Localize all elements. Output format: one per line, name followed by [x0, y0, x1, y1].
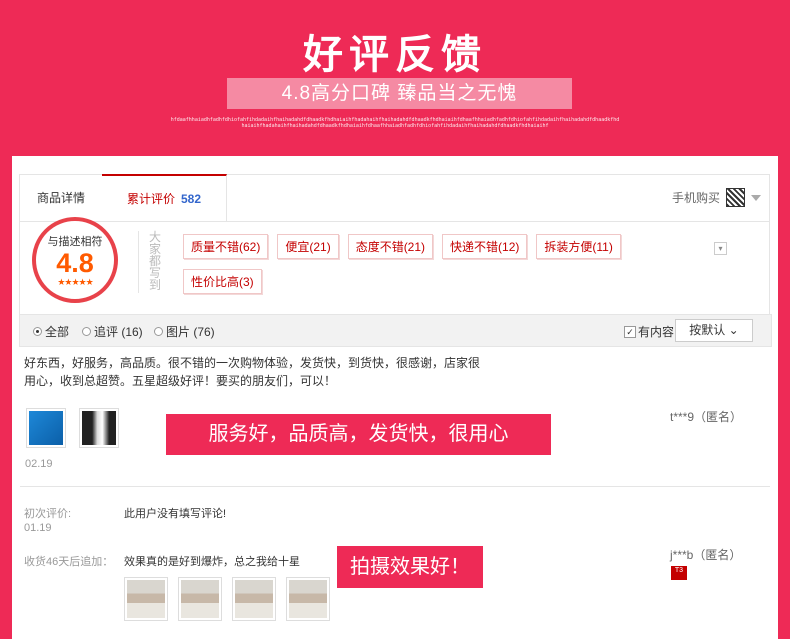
review-tag[interactable]: 拆装方便(11)	[536, 234, 621, 259]
chevron-down-icon	[751, 194, 761, 201]
radio-icon	[33, 327, 42, 336]
divider	[138, 231, 139, 293]
tab-reviews-label: 累计评价	[126, 192, 175, 206]
mobile-buy-label: 手机购买	[671, 191, 720, 205]
hero-title: 好评反馈	[303, 33, 487, 77]
review-photo[interactable]	[232, 577, 276, 621]
filter-images[interactable]: 图片 (76)	[154, 323, 215, 340]
review-tag[interactable]: 态度不错(21)	[347, 234, 434, 259]
review-tag[interactable]: 质量不错(62)	[183, 234, 269, 259]
reviewer-name: j***b（匿名）	[670, 548, 742, 562]
followup-text: 效果真的是好到爆炸，总之我给十星	[124, 556, 300, 568]
has-content-label: 有内容	[638, 325, 675, 339]
review-panel: 商品详情 累计评价 582 手机购买 与描述相符 4.8 ★★★★★ 大家都写到 …	[12, 156, 778, 639]
followup-label: 收货46天后追加：	[24, 556, 114, 568]
review-date: 01.19	[24, 522, 52, 534]
highlight-banner: 拍摄效果好！	[337, 546, 483, 588]
review-image[interactable]	[26, 408, 66, 448]
tab-bar: 商品详情 累计评价 582 手机购买	[20, 174, 769, 222]
review-filter-bar: 全部 追评 (16) 图片 (76) ✓ 有内容 按默认 ⌄	[19, 314, 772, 347]
expand-tags-icon[interactable]: ▾	[714, 242, 727, 255]
filter-all-label: 全部	[45, 325, 70, 339]
reviewer-name: t***9（匿名）	[670, 410, 743, 424]
sort-dropdown[interactable]: 按默认 ⌄	[675, 319, 753, 342]
filter-followup[interactable]: 追评 (16)	[82, 323, 143, 340]
qr-code-icon	[726, 188, 745, 207]
hero-subtitle: 4.8高分口碑 臻品当之无愧	[227, 78, 572, 109]
review-date: 02.19	[25, 458, 53, 470]
radio-icon	[154, 327, 163, 336]
tab-product-detail[interactable]: 商品详情	[20, 175, 103, 221]
review-tag[interactable]: 快递不错(12)	[442, 234, 528, 259]
initial-review-label: 初次评价:	[24, 508, 72, 520]
filter-all[interactable]: 全部	[33, 323, 69, 340]
tab-reviews[interactable]: 累计评价 582	[102, 174, 227, 221]
radio-icon	[82, 327, 91, 336]
has-content-checkbox[interactable]: ✓ 有内容	[624, 323, 674, 340]
divider	[20, 486, 770, 487]
filter-followup-label: 追评 (16)	[94, 325, 143, 339]
review-photo[interactable]	[178, 577, 222, 621]
review-text: 好东西，好服务，高品质。很不错的一次购物体验，发货快，到货快，很感谢，店家很用心…	[24, 356, 481, 388]
rating-value: 4.8	[56, 248, 94, 278]
highlight-banner: 服务好，品质高，发货快，很用心	[166, 414, 551, 455]
review-count: 582	[180, 192, 202, 206]
tags-heading: 大家都写到	[148, 230, 161, 292]
rating-stars: ★★★★★	[57, 277, 93, 287]
filter-images-label: 图片 (76)	[166, 325, 215, 339]
mobile-buy[interactable]: 手机购买	[672, 188, 761, 207]
rating-score-badge: 与描述相符 4.8 ★★★★★	[32, 217, 118, 303]
review-tags: 质量不错(62) 便宜(21) 态度不错(21) 快递不错(12) 拆装方便(11) 性价…	[183, 234, 723, 304]
initial-review-text: 此用户没有填写评论!	[124, 508, 227, 520]
review-tag[interactable]: 性价比高(3)	[183, 269, 262, 294]
review-image[interactable]	[79, 408, 119, 448]
review-photo[interactable]	[286, 577, 330, 621]
rating-label: 与描述相符	[47, 236, 103, 248]
member-level-badge: T3	[671, 566, 687, 580]
checkmark-icon: ✓	[624, 325, 636, 338]
review-photo[interactable]	[124, 577, 168, 621]
review-tag[interactable]: 便宜(21)	[277, 234, 339, 259]
decorative-text: hfdaafhhaiadhfadhfdhiofahfihdadaihfhaiha…	[170, 117, 620, 129]
